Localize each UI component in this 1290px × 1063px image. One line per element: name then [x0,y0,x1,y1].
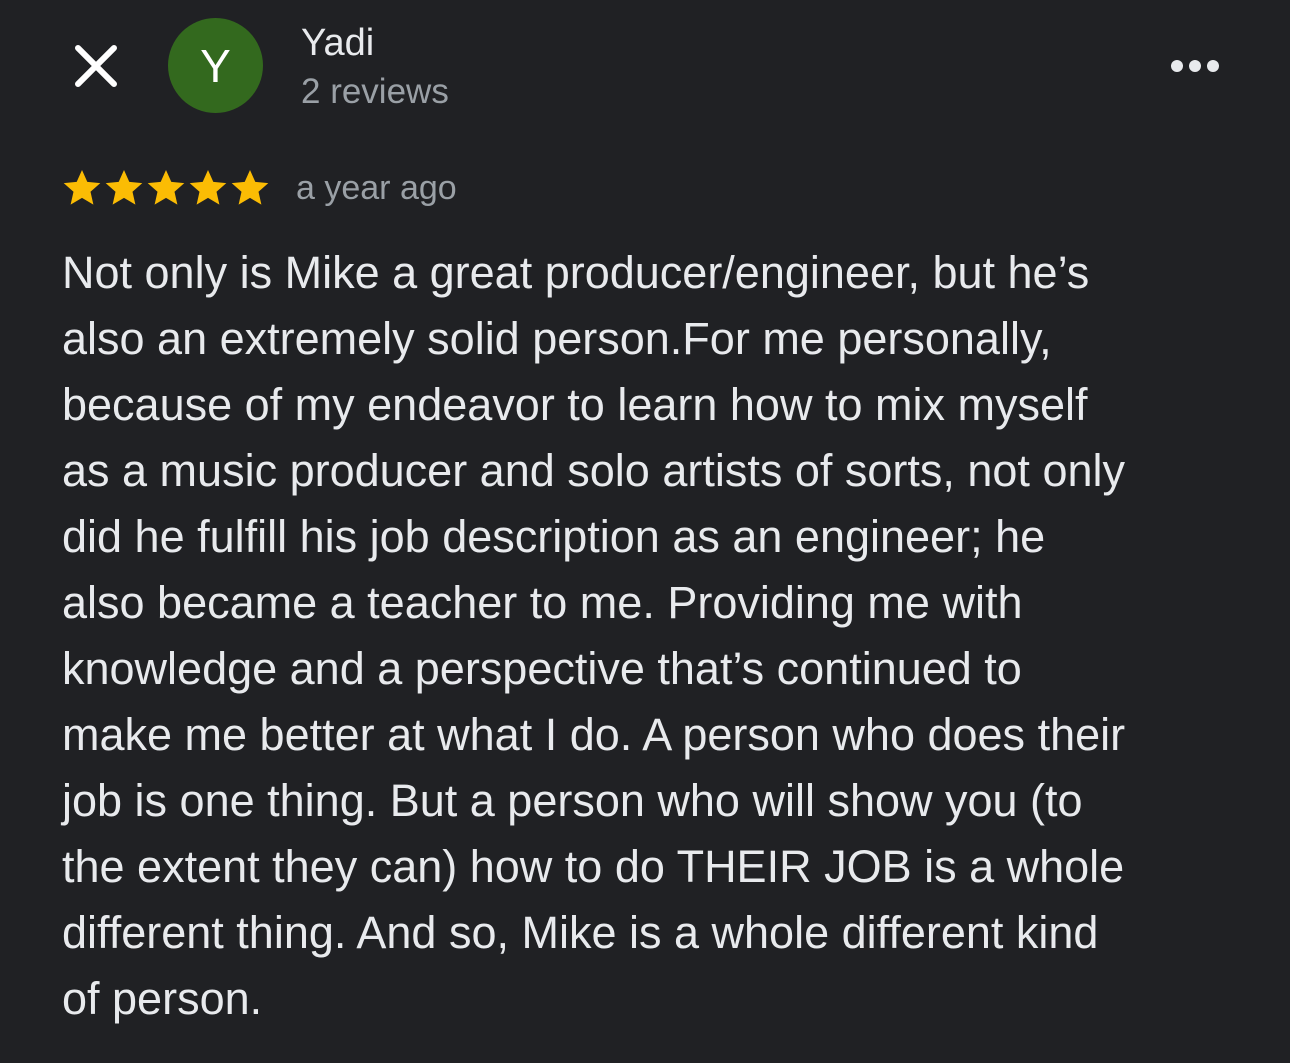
close-button[interactable] [68,38,124,94]
star-rating [62,168,270,208]
more-horizontal-icon [1189,60,1201,72]
close-icon [75,45,117,87]
review-text-line: make me better at what I do. A person wh… [62,709,1126,760]
avatar-letter: Y [200,39,231,92]
star-icon [188,168,228,208]
review-text-line: job is one thing. But a person who will … [62,775,1083,826]
review-text-line: also became a teacher to me. Providing m… [62,577,1023,628]
star-icon [104,168,144,208]
review-text-line: different thing. And so, Mike is a whole… [62,907,1099,958]
review-text-line: as a music producer and solo artists of … [62,445,1125,496]
review-text-line: of person. [62,973,263,1024]
rating-row: a year ago [62,166,457,210]
review-text-line: also an extremely solid person.For me pe… [62,313,1052,364]
more-horizontal-icon [1171,60,1183,72]
review-text-line: because of my endeavor to learn how to m… [62,379,1088,430]
review-header: Y Yadi 2 reviews [0,0,1290,130]
star-icon [230,168,270,208]
review-text-line: Not only is Mike a great producer/engine… [62,247,1090,298]
avatar[interactable]: Y [168,18,263,113]
review-text-line: did he fulfill his job description as an… [62,511,1046,562]
review-text-line: the extent they can) how to do THEIR JOB… [62,841,1125,892]
more-options-button[interactable] [1160,44,1230,88]
review-date: a year ago [296,168,457,207]
review-text-line: knowledge and a perspective that’s conti… [62,643,1022,694]
review-count: 2 reviews [301,72,449,111]
more-horizontal-icon [1207,60,1219,72]
star-icon [62,168,102,208]
review-body: Not only is Mike a great producer/engine… [62,240,1242,1032]
star-icon [146,168,186,208]
reviewer-name[interactable]: Yadi [301,22,374,65]
